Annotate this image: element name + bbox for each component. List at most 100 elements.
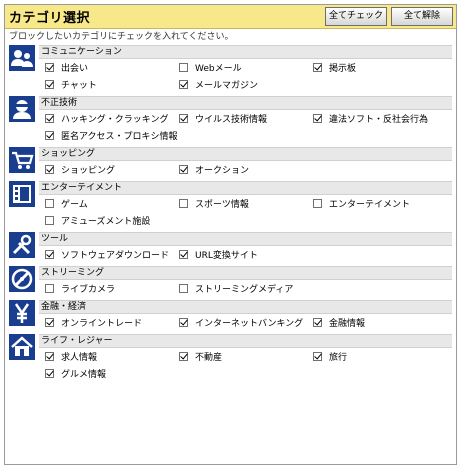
option-label: ショッピング — [61, 166, 116, 176]
option-label: インターネットバンキング — [195, 319, 304, 329]
option-label: ストリーミングメディア — [195, 285, 294, 295]
option-checkbox[interactable] — [179, 250, 188, 259]
category-section: コミュニケーション出会い Webメール 掲示板チャット メールマガジン — [9, 45, 452, 93]
option-checkbox[interactable] — [45, 318, 54, 327]
option-checkbox[interactable] — [45, 131, 54, 140]
option-checkbox[interactable] — [179, 284, 188, 293]
option-label: 金融情報 — [329, 319, 366, 329]
category-option[interactable]: 不動産 — [179, 348, 313, 365]
option-checkbox[interactable] — [45, 250, 54, 259]
option-list: ハッキング・クラッキング ウイルス技術情報 違法ソフト・反社会行為匿名アクセス・プロ… — [45, 110, 452, 144]
category-option[interactable]: スポーツ情報 — [179, 195, 313, 212]
category-option[interactable]: メールマガジン — [179, 76, 313, 93]
category-title: コミュニケーション — [39, 45, 452, 59]
option-checkbox[interactable] — [313, 114, 322, 123]
option-list: 求人情報 不動産 旅行グルメ情報 — [45, 348, 452, 382]
category-option[interactable]: チャット — [45, 76, 179, 93]
category-title: ストリーミング — [39, 266, 452, 280]
option-checkbox[interactable] — [179, 80, 188, 89]
category-title: ショッピング — [39, 147, 452, 161]
masked-person-icon — [9, 96, 35, 122]
category-option[interactable]: インターネットバンキング — [179, 314, 313, 331]
option-checkbox[interactable] — [45, 80, 54, 89]
option-checkbox[interactable] — [313, 63, 322, 72]
instruction-text: ブロックしたいカテゴリにチェックを入れてください。 — [9, 32, 234, 42]
category-option[interactable]: オークション — [179, 161, 313, 178]
option-checkbox[interactable] — [45, 63, 54, 72]
people-icon — [9, 45, 35, 71]
panel-header: カテゴリ選択 全てチェック 全て解除 — [5, 5, 456, 29]
option-label: 不動産 — [195, 353, 223, 363]
disc-icon — [9, 266, 35, 292]
category-option[interactable]: Webメール — [179, 59, 313, 76]
category-selection-panel: カテゴリ選択 全てチェック 全て解除 ブロックしたいカテゴリにチェックを入れてく… — [4, 4, 457, 465]
option-checkbox[interactable] — [45, 216, 54, 225]
shopping-cart-icon — [9, 147, 35, 173]
option-label: エンターテイメント — [329, 200, 411, 210]
category-option[interactable]: ハッキング・クラッキング — [45, 110, 179, 127]
panel-title: カテゴリ選択 — [9, 11, 91, 26]
option-label: 旅行 — [329, 353, 348, 363]
category-option[interactable]: 求人情報 — [45, 348, 179, 365]
option-label: ウイルス技術情報 — [195, 115, 268, 125]
category-option[interactable]: ストリーミングメディア — [179, 280, 313, 297]
category-section: 金融・経済オンライントレード インターネットバンキング 金融情報 — [9, 300, 452, 331]
category-option[interactable]: アミューズメント施設 — [45, 212, 179, 229]
category-option[interactable]: ライブカメラ — [45, 280, 179, 297]
category-section: ショッピング ショッピング オークション — [9, 147, 452, 178]
option-label: チャット — [61, 81, 97, 91]
option-list: ライブカメラ ストリーミングメディア — [45, 280, 452, 297]
option-checkbox[interactable] — [45, 165, 54, 174]
category-list: コミュニケーション 出会い Webメール 掲示板 チャット メールマガジン 不正技術 ハッキン… — [5, 45, 456, 382]
option-checkbox[interactable] — [45, 284, 54, 293]
option-checkbox[interactable] — [313, 199, 322, 208]
option-checkbox[interactable] — [179, 318, 188, 327]
category-title: エンターテイメント — [39, 181, 452, 195]
option-checkbox[interactable] — [45, 199, 54, 208]
category-option[interactable]: 金融情報 — [313, 314, 447, 331]
category-option[interactable]: ゲーム — [45, 195, 179, 212]
category-section: エンターテイメント ゲーム スポーツ情報 エンターテイメント アミューズメント施設 — [9, 181, 452, 229]
option-checkbox[interactable] — [45, 114, 54, 123]
option-list: ソフトウェアダウンロード URL変換サイト — [45, 246, 452, 263]
option-label: オンライントレード — [61, 319, 143, 329]
category-option[interactable]: ソフトウェアダウンロード — [45, 246, 179, 263]
category-option[interactable]: 掲示板 — [313, 59, 447, 76]
clear-all-button[interactable]: 全て解除 — [391, 7, 453, 26]
category-option[interactable]: 出会い — [45, 59, 179, 76]
option-list: オンライントレード インターネットバンキング 金融情報 — [45, 314, 452, 331]
category-option[interactable]: 違法ソフト・反社会行為 — [313, 110, 447, 127]
option-checkbox[interactable] — [45, 369, 54, 378]
option-checkbox[interactable] — [179, 165, 188, 174]
option-label: URL変換サイト — [195, 251, 258, 261]
category-section: ストリーミングライブカメラ ストリーミングメディア — [9, 266, 452, 297]
category-section: ツール ソフトウェアダウンロード URL変換サイト — [9, 232, 452, 263]
option-checkbox[interactable] — [313, 352, 322, 361]
category-option[interactable]: ショッピング — [45, 161, 179, 178]
option-checkbox[interactable] — [179, 114, 188, 123]
category-option[interactable]: 旅行 — [313, 348, 447, 365]
category-title: 金融・経済 — [39, 300, 452, 314]
check-all-button[interactable]: 全てチェック — [325, 7, 387, 26]
option-label: グルメ情報 — [61, 370, 107, 380]
option-checkbox[interactable] — [45, 352, 54, 361]
category-option[interactable]: URL変換サイト — [179, 246, 313, 263]
option-label: Webメール — [195, 64, 242, 74]
house-icon — [9, 334, 35, 360]
option-checkbox[interactable] — [313, 318, 322, 327]
option-label: 出会い — [61, 64, 89, 74]
category-title: ツール — [39, 232, 452, 246]
category-option[interactable]: 匿名アクセス・プロキシ情報 — [45, 127, 179, 144]
option-checkbox[interactable] — [179, 63, 188, 72]
category-section: 不正技術 ハッキング・クラッキング ウイルス技術情報 違法ソフト・反社会行為 匿名アクセ… — [9, 96, 452, 144]
option-label: 掲示板 — [329, 64, 357, 74]
category-option[interactable]: グルメ情報 — [45, 365, 179, 382]
option-label: 求人情報 — [61, 353, 98, 363]
category-option[interactable]: オンライントレード — [45, 314, 179, 331]
option-checkbox[interactable] — [179, 199, 188, 208]
option-label: ライブカメラ — [61, 285, 116, 295]
option-label: ゲーム — [61, 200, 88, 210]
category-option[interactable]: エンターテイメント — [313, 195, 447, 212]
option-checkbox[interactable] — [179, 352, 188, 361]
category-option[interactable]: ウイルス技術情報 — [179, 110, 313, 127]
